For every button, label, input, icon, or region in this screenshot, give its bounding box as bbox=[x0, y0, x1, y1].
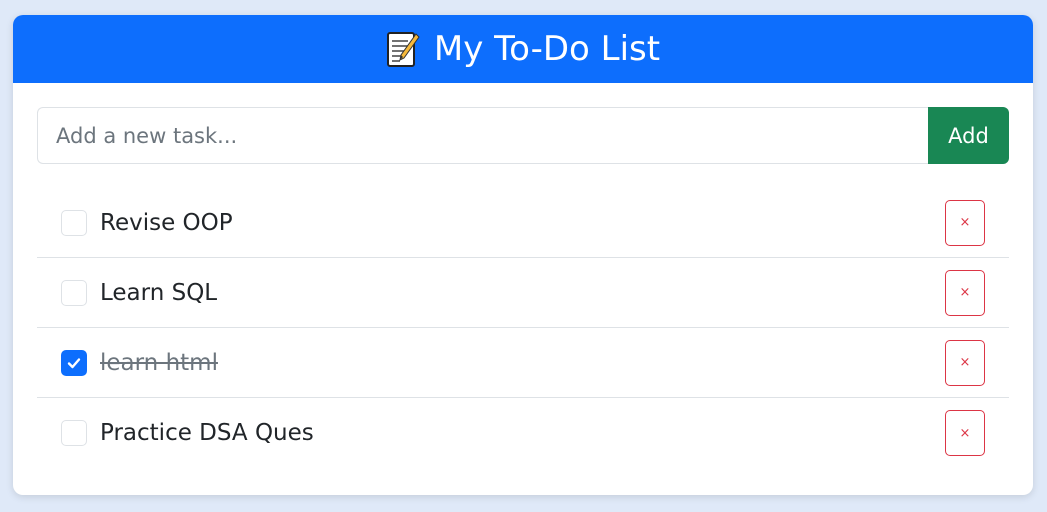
task-item: learn html × bbox=[37, 328, 1009, 398]
delete-task-button[interactable]: × bbox=[945, 199, 985, 246]
task-list: Revise OOP × Learn SQL × learn html × Pr… bbox=[37, 188, 1009, 468]
task-label: Revise OOP bbox=[100, 209, 233, 236]
task-item: Revise OOP × bbox=[37, 188, 1009, 258]
task-checkbox[interactable] bbox=[61, 209, 87, 236]
add-task-form: Add bbox=[37, 107, 1009, 164]
task-item: Practice DSA Ques × bbox=[37, 398, 1009, 468]
todo-header: My To-Do List bbox=[13, 15, 1033, 83]
task-checkbox[interactable] bbox=[61, 279, 87, 306]
memo-icon bbox=[386, 30, 420, 68]
page-title: My To-Do List bbox=[433, 29, 661, 69]
checkmark-icon bbox=[67, 357, 81, 368]
delete-task-button[interactable]: × bbox=[945, 410, 985, 456]
task-label: Learn SQL bbox=[100, 279, 218, 306]
task-checkbox[interactable] bbox=[61, 349, 87, 376]
task-label: Practice DSA Ques bbox=[100, 420, 314, 446]
delete-task-button[interactable]: × bbox=[945, 269, 985, 316]
task-label: learn html bbox=[100, 349, 218, 376]
delete-task-button[interactable]: × bbox=[945, 339, 985, 386]
add-task-button[interactable]: Add bbox=[928, 107, 1009, 164]
todo-card: My To-Do List Add Revise OOP × Learn SQL… bbox=[13, 15, 1033, 495]
task-item: Learn SQL × bbox=[37, 258, 1009, 328]
new-task-input[interactable] bbox=[37, 107, 928, 164]
task-checkbox[interactable] bbox=[61, 420, 87, 446]
